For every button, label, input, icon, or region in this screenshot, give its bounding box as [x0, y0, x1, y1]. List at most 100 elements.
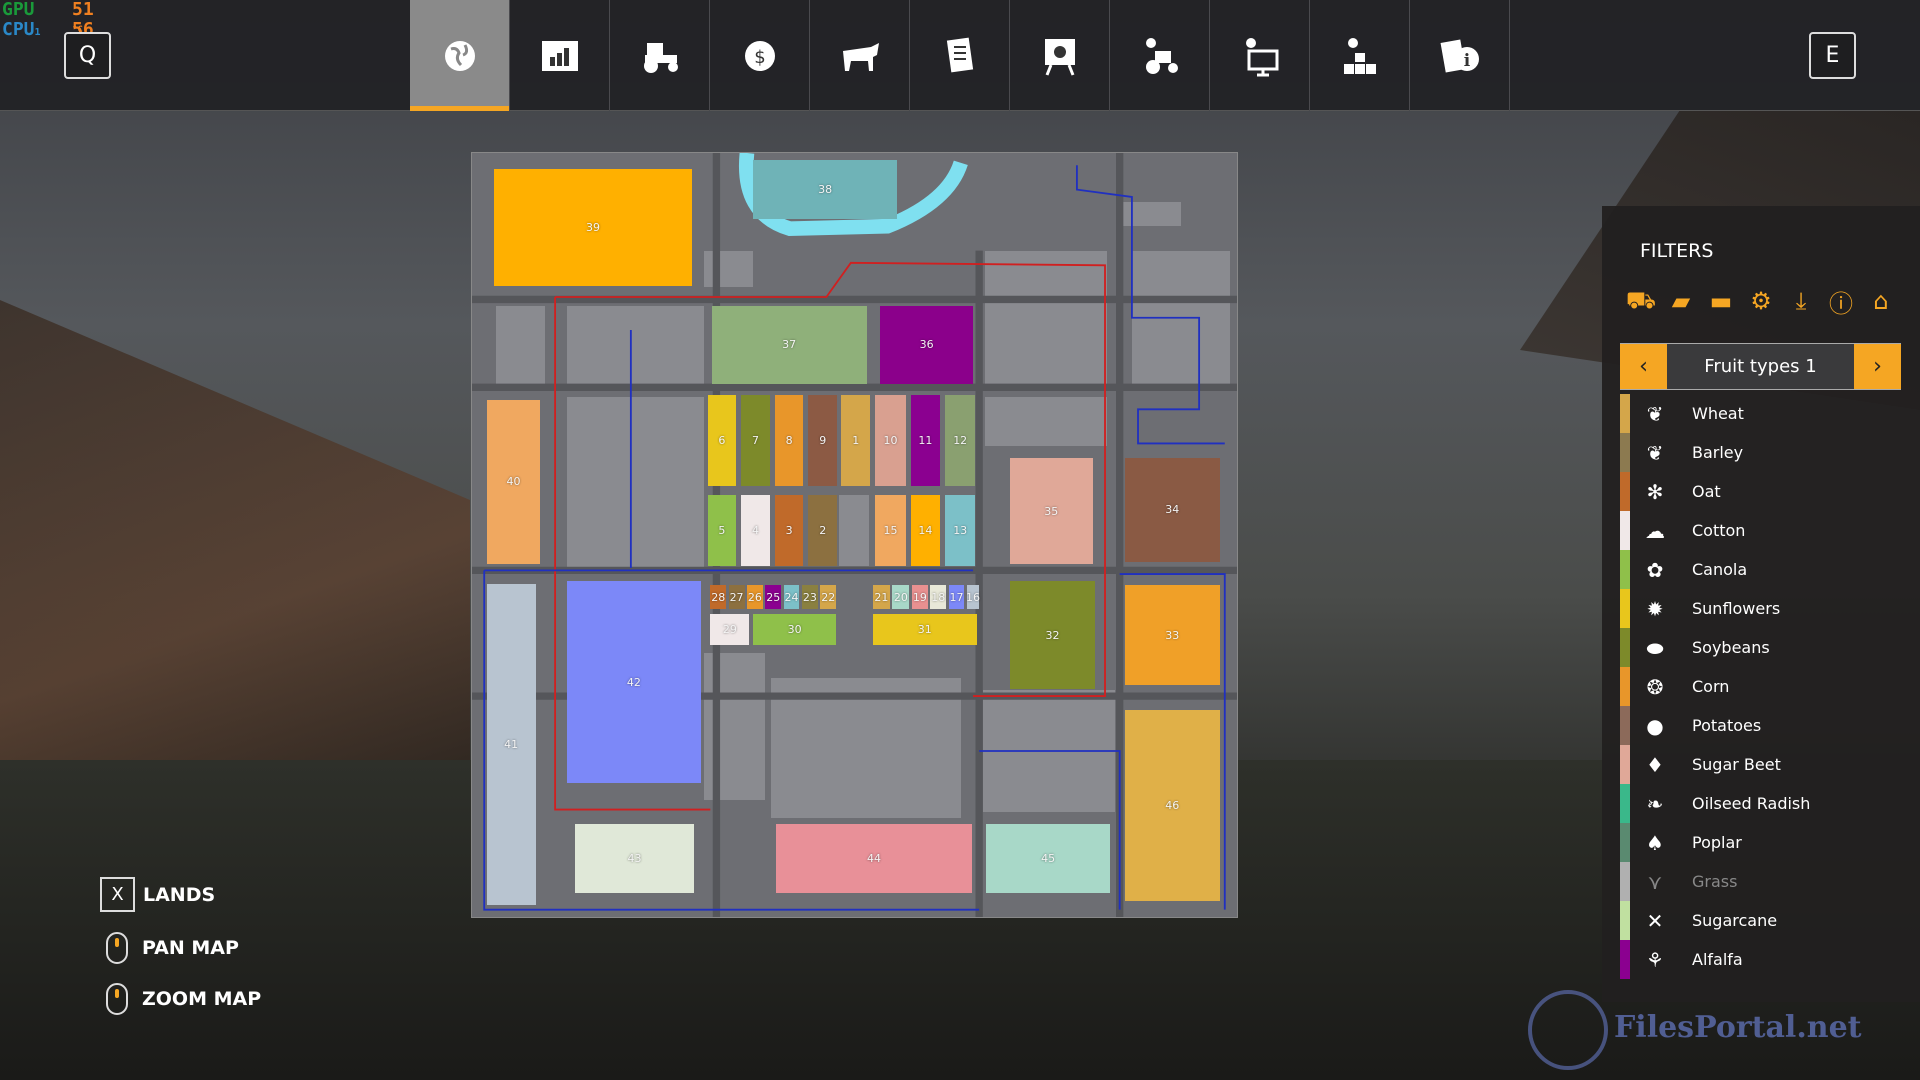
field-11[interactable]: 11: [910, 394, 941, 487]
filter-item-label: Oilseed Radish: [1692, 794, 1811, 813]
field-35[interactable]: 35: [1009, 458, 1093, 565]
tab-globe[interactable]: [410, 0, 510, 111]
field-13[interactable]: 13: [944, 494, 976, 566]
field-22[interactable]: 22: [820, 585, 837, 610]
filter-item-label: Corn: [1692, 677, 1730, 696]
field-5[interactable]: 5: [707, 494, 736, 566]
field-44[interactable]: 44: [776, 824, 972, 893]
field-6[interactable]: 6: [707, 394, 736, 487]
field-37[interactable]: 37: [711, 305, 867, 384]
pan-map-label: PAN MAP: [142, 937, 239, 959]
filter-item-cotton[interactable]: ☁ Cotton: [1620, 511, 1901, 550]
filter-item-sunflowers[interactable]: ✹ Sunflowers: [1620, 589, 1901, 628]
field-40[interactable]: 40: [486, 399, 541, 565]
color-swatch: [1620, 823, 1630, 862]
tab-contracts[interactable]: [910, 0, 1010, 111]
vehicle-settings-icon: [1145, 37, 1178, 74]
wheat-icon: ❦: [1646, 401, 1664, 426]
field-38[interactable]: 38: [753, 160, 898, 219]
tab-animals[interactable]: [810, 0, 910, 111]
field-9[interactable]: 9: [808, 394, 838, 487]
field-30[interactable]: 30: [753, 614, 837, 645]
field-26[interactable]: 26: [746, 585, 763, 610]
field-4[interactable]: 4: [740, 494, 771, 566]
filter-item-canola[interactable]: ✿ Canola: [1620, 550, 1901, 589]
trailer-icon[interactable]: ▬: [1706, 286, 1736, 316]
filter-item-corn[interactable]: ❂ Corn: [1620, 667, 1901, 706]
color-swatch: [1620, 511, 1630, 550]
harvester-icon[interactable]: ▰: [1666, 286, 1696, 316]
field-36[interactable]: 36: [880, 305, 974, 384]
top-menu-bar: GPU51 °C CPU156 °C Q $i E: [0, 0, 1920, 111]
prev-page-key-q[interactable]: Q: [64, 32, 111, 79]
field-8[interactable]: 8: [775, 394, 804, 487]
tab-vehicle-settings[interactable]: [1110, 0, 1210, 111]
tools-icon[interactable]: ⚙: [1746, 286, 1776, 316]
field-7[interactable]: 7: [740, 394, 771, 487]
field-20[interactable]: 20: [892, 585, 910, 610]
filter-item-sugarcane[interactable]: ✕ Sugarcane: [1620, 901, 1901, 940]
filter-item-potatoes[interactable]: ● Potatoes: [1620, 706, 1901, 745]
lands-label: LANDS: [143, 883, 216, 906]
color-swatch: [1620, 472, 1630, 511]
filter-item-wheat[interactable]: ❦ Wheat: [1620, 394, 1901, 433]
filter-page-selector: ‹ Fruit types 1 ›: [1620, 343, 1901, 390]
field-42[interactable]: 42: [567, 581, 701, 783]
field-2[interactable]: 2: [808, 494, 838, 566]
next-filter-page-button[interactable]: ›: [1854, 344, 1901, 389]
field-34[interactable]: 34: [1124, 458, 1220, 562]
field-25[interactable]: 25: [765, 585, 782, 610]
farm-map[interactable]: 39 38 37 36 6 7 8 9 1 10 11 12 5 4 3 2 15 14 13 35 34 40 41 42 2…: [471, 152, 1238, 918]
filter-item-sugar-beet[interactable]: ♦ Sugar Beet: [1620, 745, 1901, 784]
field-17[interactable]: 17: [948, 585, 965, 610]
field-21[interactable]: 21: [872, 585, 890, 610]
field-45[interactable]: 45: [986, 824, 1110, 893]
field-46[interactable]: 46: [1124, 709, 1220, 902]
field-29[interactable]: 29: [710, 614, 750, 645]
field-15[interactable]: 15: [875, 494, 906, 566]
tab-display-settings[interactable]: [1210, 0, 1310, 111]
tab-help[interactable]: i: [1410, 0, 1510, 111]
field-24[interactable]: 24: [783, 585, 800, 610]
field-18[interactable]: 18: [930, 585, 947, 610]
field-32[interactable]: 32: [1009, 581, 1096, 689]
field-43[interactable]: 43: [574, 824, 695, 893]
filter-item-poplar[interactable]: ♠ Poplar: [1620, 823, 1901, 862]
filter-item-grass[interactable]: ⋎ Grass: [1620, 862, 1901, 901]
filter-item-barley[interactable]: ❦ Barley: [1620, 433, 1901, 472]
mouse-left-icon: [106, 932, 128, 964]
tab-presentation[interactable]: [1010, 0, 1110, 111]
field-31[interactable]: 31: [872, 614, 977, 645]
tab-tractor[interactable]: [610, 0, 710, 111]
field-33[interactable]: 33: [1124, 585, 1220, 686]
filter-item-label: Sugarcane: [1692, 911, 1778, 930]
field-12[interactable]: 12: [944, 394, 976, 487]
filter-item-oilseed-radish[interactable]: ❧ Oilseed Radish: [1620, 784, 1901, 823]
tab-finances[interactable]: $: [710, 0, 810, 111]
field-19[interactable]: 19: [911, 585, 928, 610]
filter-item-oat[interactable]: ✻ Oat: [1620, 472, 1901, 511]
legend-zoom-map: ZOOM MAP: [100, 983, 261, 1015]
prev-filter-page-button[interactable]: ‹: [1620, 344, 1667, 389]
sell-point-icon[interactable]: ⤓: [1786, 286, 1816, 316]
field-14[interactable]: 14: [910, 494, 941, 566]
tab-statistics[interactable]: [510, 0, 610, 111]
field-1[interactable]: 1: [841, 394, 871, 487]
field-28[interactable]: 28: [710, 585, 727, 610]
field-16[interactable]: 16: [966, 585, 980, 610]
warning-icon[interactable]: ⓘ: [1826, 286, 1856, 318]
field-23[interactable]: 23: [801, 585, 818, 610]
field-27[interactable]: 27: [728, 585, 745, 610]
farm-house-icon[interactable]: ⌂: [1866, 286, 1896, 316]
field-41[interactable]: 41: [486, 583, 536, 905]
tractor-icon[interactable]: ⛟: [1626, 286, 1656, 316]
field-39[interactable]: 39: [493, 168, 692, 287]
next-page-key-e[interactable]: E: [1809, 32, 1856, 79]
legend-lands[interactable]: X LANDS: [100, 877, 215, 912]
tab-general-settings[interactable]: [1310, 0, 1410, 111]
field-3[interactable]: 3: [775, 494, 804, 566]
color-swatch: [1620, 784, 1630, 823]
field-10[interactable]: 10: [875, 394, 906, 487]
filter-item-soybeans[interactable]: ⬬ Soybeans: [1620, 628, 1901, 667]
filter-item-alfalfa[interactable]: ⚘ Alfalfa: [1620, 940, 1901, 979]
